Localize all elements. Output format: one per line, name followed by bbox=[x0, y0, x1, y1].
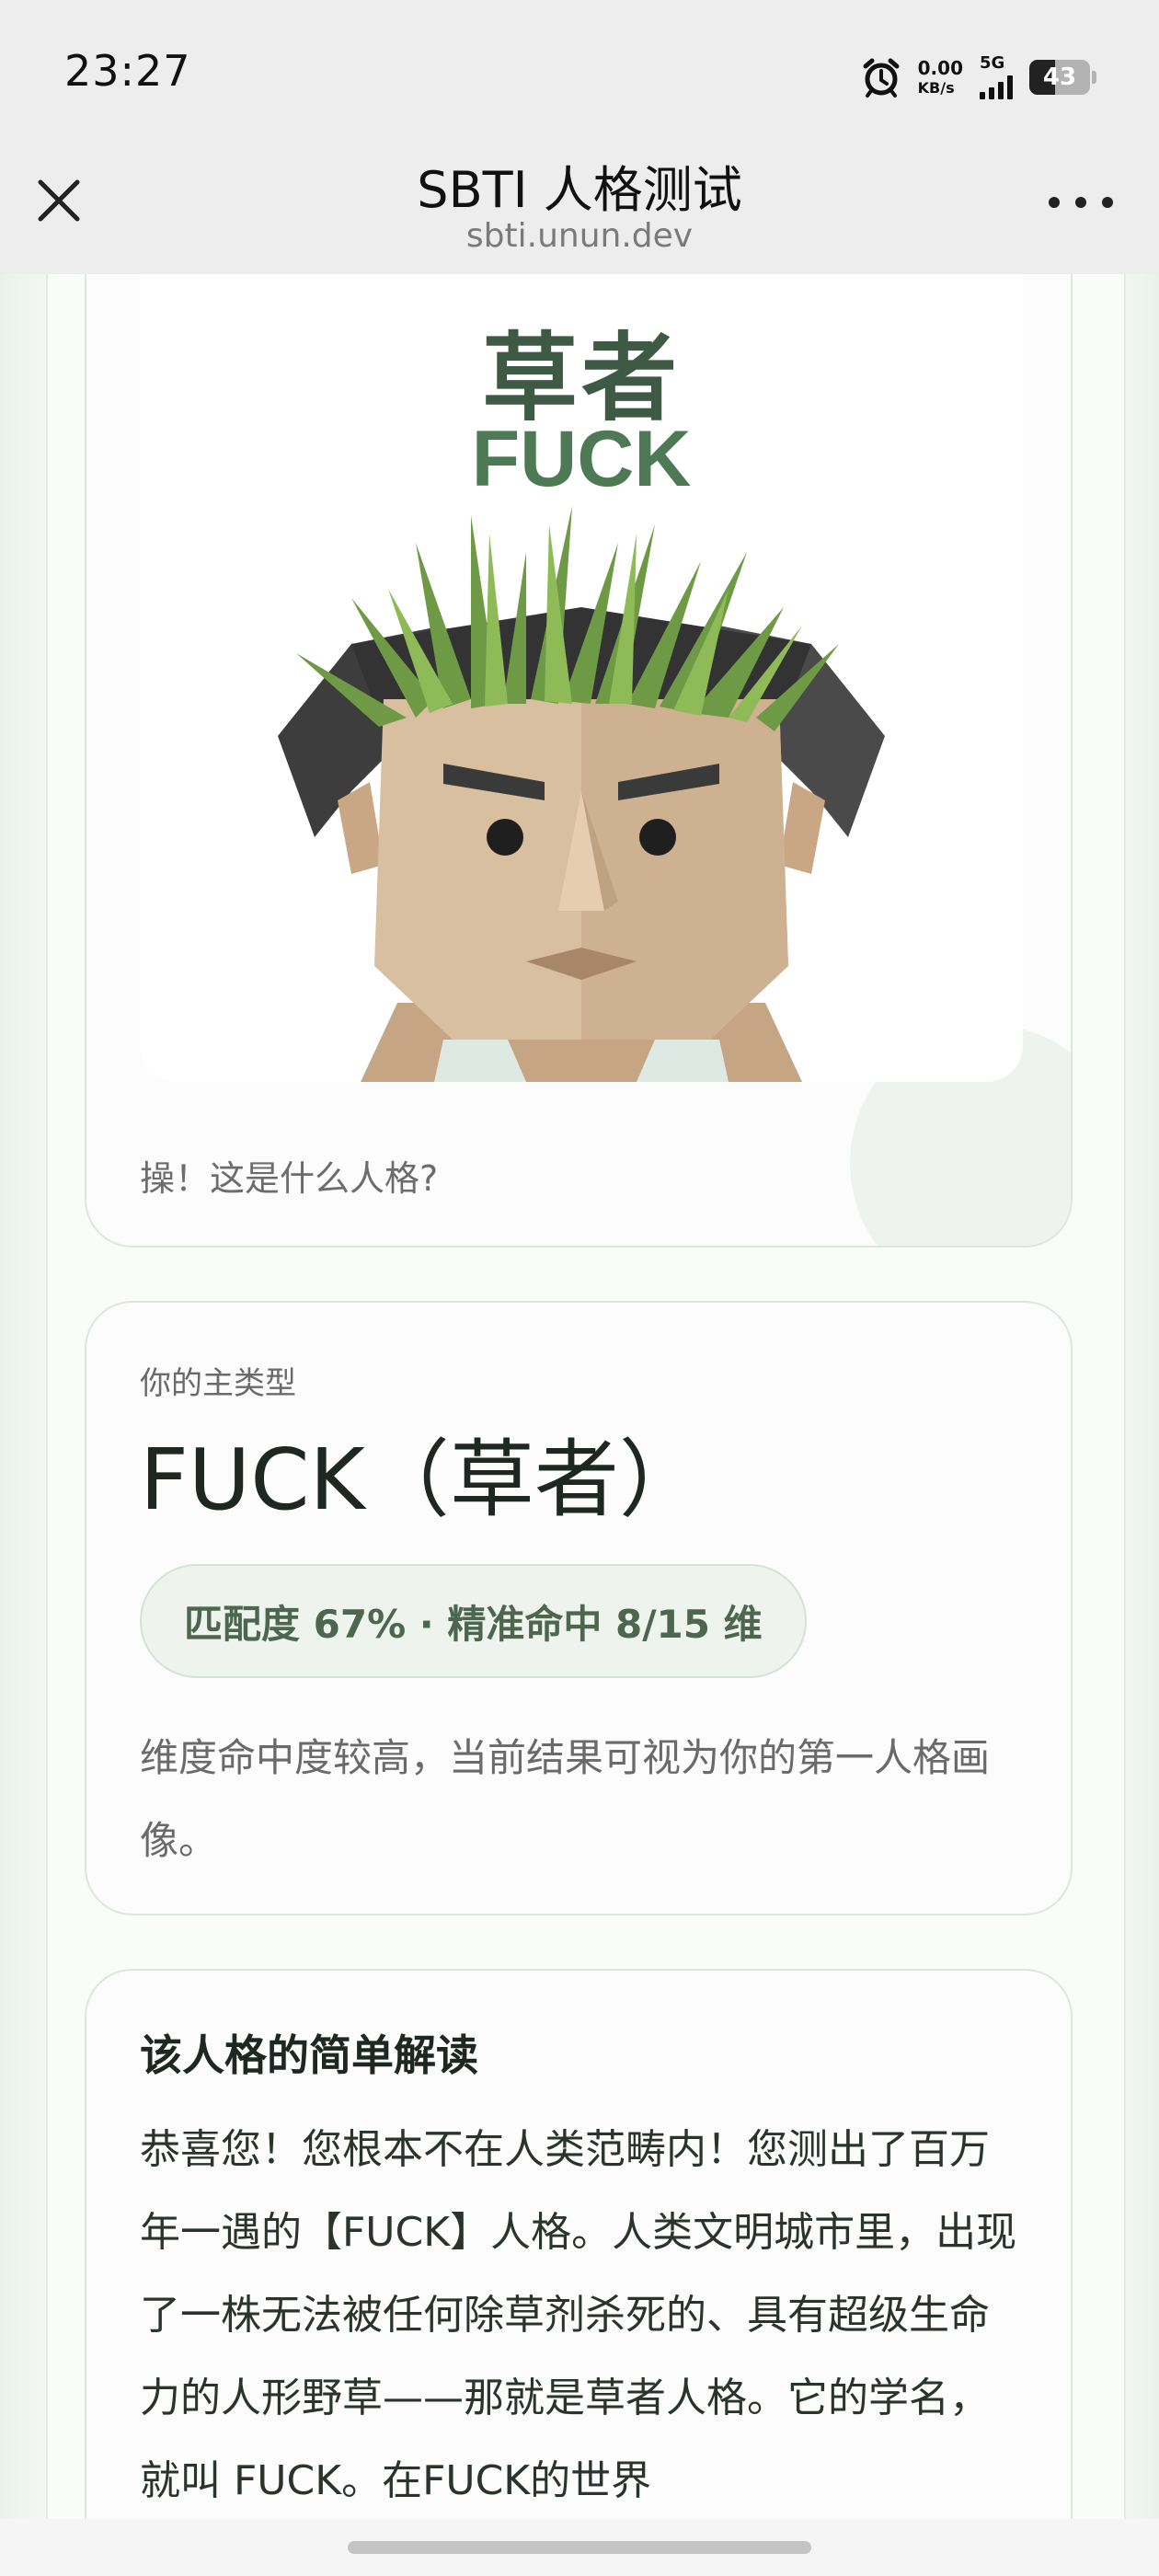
more-icon-dot bbox=[1102, 197, 1113, 208]
page-title: SBTI 人格测试 bbox=[417, 161, 742, 219]
more-button[interactable] bbox=[1049, 184, 1113, 221]
net-speed-unit: KB/s bbox=[917, 79, 955, 97]
main-type-card: 你的主类型 FUCK（草者） 匹配度 67% · 精准命中 8/15 维 维度命… bbox=[85, 1301, 1073, 1915]
battery-cap bbox=[1092, 71, 1096, 84]
status-time: 23:27 bbox=[64, 46, 191, 96]
main-type-name: FUCK（草者） bbox=[140, 1431, 704, 1529]
portrait-caption: 操！这是什么人格? bbox=[140, 1158, 439, 1199]
page-url: sbti.unun.dev bbox=[465, 217, 694, 255]
match-badge: 匹配度 67% · 精准命中 8/15 维 bbox=[140, 1564, 807, 1678]
page-content[interactable]: 草者 FUCK 操！这是什么人格? 你的主类型 FUCK（草者） 匹配度 67%… bbox=[0, 274, 1159, 2519]
status-bar: 23:27 0.00 KB/s 5G 43 bbox=[0, 0, 1159, 147]
network-type: 5G bbox=[980, 53, 1005, 73]
main-type-label: 你的主类型 bbox=[140, 1365, 296, 1402]
interpretation-body: 恭喜您！您根本不在人类范畴内！您测出了百万年一遇的【FUCK】人格。人类文明城市… bbox=[140, 2126, 1017, 2504]
portrait-image: 草者 FUCK bbox=[140, 274, 1023, 1082]
signal-bars-icon bbox=[980, 75, 1013, 99]
portrait-card: 草者 FUCK 操！这是什么人格? bbox=[85, 274, 1073, 1248]
alarm-icon bbox=[861, 57, 901, 98]
main-type-description: 维度命中度较高，当前结果可视为你的第一人格画像。 bbox=[140, 1735, 991, 1863]
interpretation-card: 该人格的简单解读 恭喜您！您根本不在人类范畴内！您测出了百万年一遇的【FUCK】… bbox=[85, 1969, 1073, 2519]
home-indicator[interactable] bbox=[348, 2541, 811, 2554]
grass-head-illustration bbox=[278, 506, 885, 1082]
status-icons: 0.00 KB/s 5G 43 bbox=[861, 52, 1096, 103]
interpretation-heading: 该人格的简单解读 bbox=[140, 2030, 478, 2080]
battery-level: 43 bbox=[1042, 63, 1077, 91]
battery-icon: 43 bbox=[1029, 60, 1090, 95]
more-icon-dot bbox=[1049, 197, 1060, 208]
cellular-signal: 5G bbox=[980, 55, 1013, 99]
more-icon-dot bbox=[1075, 197, 1086, 208]
net-speed-value: 0.00 bbox=[917, 57, 963, 79]
net-speed: 0.00 KB/s bbox=[918, 59, 963, 96]
